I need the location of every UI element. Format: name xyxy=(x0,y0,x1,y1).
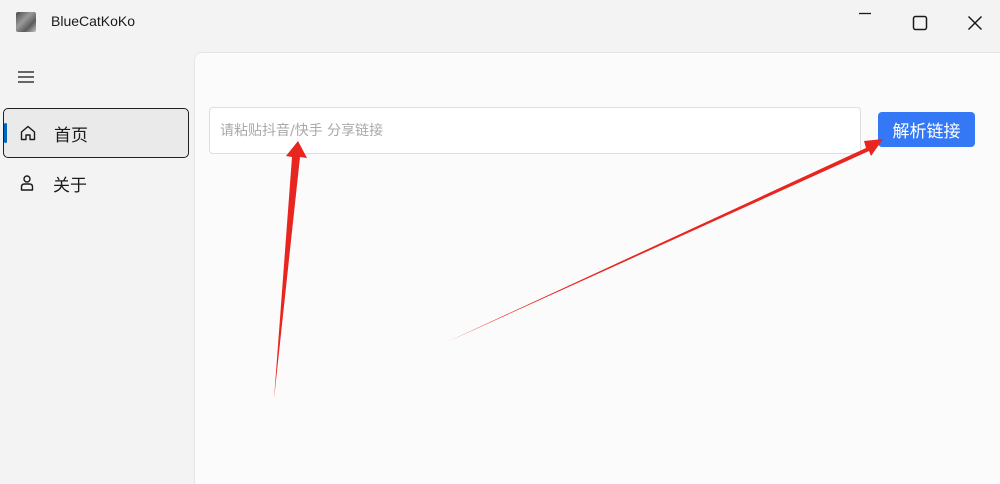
home-icon xyxy=(19,124,37,142)
share-link-input[interactable] xyxy=(209,107,861,154)
sidebar-item-label: 首页 xyxy=(54,125,88,146)
parse-link-button[interactable]: 解析链接 xyxy=(878,112,975,147)
hamburger-menu-icon xyxy=(18,71,34,83)
nav-toggle-button[interactable] xyxy=(6,60,46,94)
main-content: 解析链接 xyxy=(194,52,1000,484)
minimize-icon xyxy=(859,12,871,15)
app-window: BlueCatKoKo 首页 关于 请粘贴抖音/快手 分享链接 解析链接 xyxy=(0,0,1000,484)
person-icon xyxy=(18,174,36,192)
title-bar: BlueCatKoKo xyxy=(0,0,1000,48)
sidebar-item-about[interactable]: 关于 xyxy=(3,158,189,208)
sidebar: 首页 关于 xyxy=(0,48,194,484)
sidebar-item-home[interactable]: 首页 xyxy=(3,108,189,158)
close-button[interactable] xyxy=(952,0,998,31)
app-title: BlueCatKoKo xyxy=(51,13,136,29)
sidebar-item-label: 关于 xyxy=(53,175,87,196)
maximize-icon xyxy=(912,15,928,31)
maximize-button[interactable] xyxy=(897,0,943,31)
minimize-button[interactable] xyxy=(842,0,888,26)
app-logo-icon xyxy=(16,12,36,32)
close-icon xyxy=(967,15,983,31)
active-indicator xyxy=(4,123,7,143)
